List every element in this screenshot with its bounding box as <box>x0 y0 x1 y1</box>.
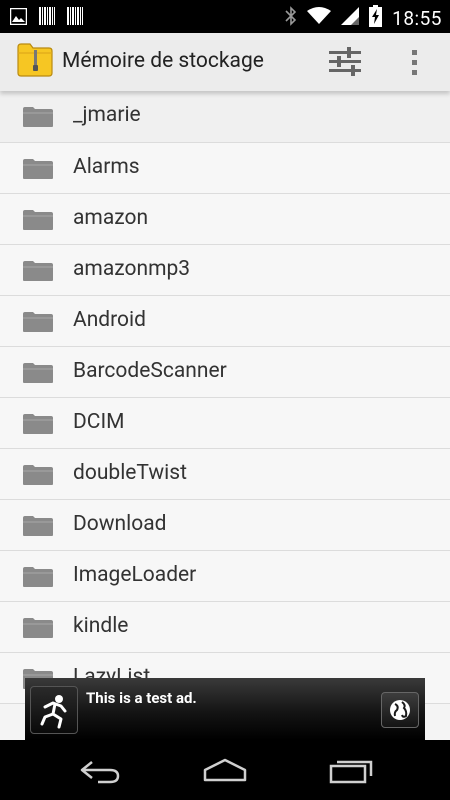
list-item-folder[interactable]: amazon <box>0 194 450 245</box>
folder-name: BarcodeScanner <box>73 359 227 383</box>
folder-name: _jmarie <box>73 103 141 127</box>
image-icon <box>9 7 28 29</box>
list-item-folder[interactable]: doubleTwist <box>0 449 450 500</box>
barcode-icon <box>67 7 83 29</box>
list-item-folder[interactable]: DCIM <box>0 398 450 449</box>
recents-icon[interactable] <box>329 754 375 790</box>
home-icon[interactable] <box>201 754 249 790</box>
folder-name: DCIM <box>73 410 125 434</box>
list-item-folder[interactable]: amazonmp3 <box>0 245 450 296</box>
folder-list: _jmarie Alarms amazon amazonmp3 Android … <box>0 91 450 704</box>
folder-name: ImageLoader <box>73 563 197 587</box>
folder-icon <box>22 260 54 286</box>
globe-icon[interactable] <box>381 692 419 728</box>
settings-sliders-icon[interactable] <box>327 45 363 79</box>
folder-name: doubleTwist <box>73 461 187 485</box>
folder-icon <box>22 362 54 388</box>
signal-icon <box>341 7 360 29</box>
app-title: Mémoire de stockage <box>62 49 264 73</box>
folder-name: kindle <box>73 614 129 638</box>
list-item-folder[interactable]: Download <box>0 500 450 551</box>
ad-text: This is a test ad. <box>86 689 197 707</box>
folder-icon <box>22 413 54 439</box>
list-item-folder[interactable]: _jmarie <box>0 91 450 143</box>
list-item-folder[interactable]: Android <box>0 296 450 347</box>
battery-charging-icon <box>369 5 383 31</box>
wifi-icon <box>307 7 332 29</box>
list-item-folder[interactable]: BarcodeScanner <box>0 347 450 398</box>
folder-icon <box>22 617 54 643</box>
list-item-folder[interactable]: kindle <box>0 602 450 653</box>
folder-icon <box>22 515 54 541</box>
navigation-bar <box>0 740 450 800</box>
bluetooth-icon <box>285 6 297 30</box>
folder-name: Alarms <box>73 155 140 179</box>
list-item-folder[interactable]: ImageLoader <box>0 551 450 602</box>
action-bar: Mémoire de stockage <box>0 33 450 91</box>
folder-icon <box>22 311 54 337</box>
barcode-icon <box>39 7 55 29</box>
folder-icon <box>22 209 54 235</box>
running-person-icon <box>30 686 78 734</box>
folder-zip-icon[interactable] <box>16 42 54 82</box>
folder-icon <box>22 464 54 490</box>
folder-name: amazon <box>73 206 149 230</box>
folder-name: amazonmp3 <box>73 257 191 281</box>
status-bar: 18:55 <box>0 0 450 33</box>
folder-icon <box>22 566 54 592</box>
overflow-menu-icon[interactable] <box>404 45 424 79</box>
folder-name: Android <box>73 308 146 332</box>
back-icon[interactable] <box>78 754 122 790</box>
folder-name: Download <box>73 512 167 536</box>
list-item-folder[interactable]: Alarms <box>0 143 450 194</box>
folder-icon <box>22 106 54 132</box>
ad-banner[interactable]: This is a test ad. <box>25 678 425 740</box>
clock: 18:55 <box>392 6 442 30</box>
folder-icon <box>22 158 54 184</box>
